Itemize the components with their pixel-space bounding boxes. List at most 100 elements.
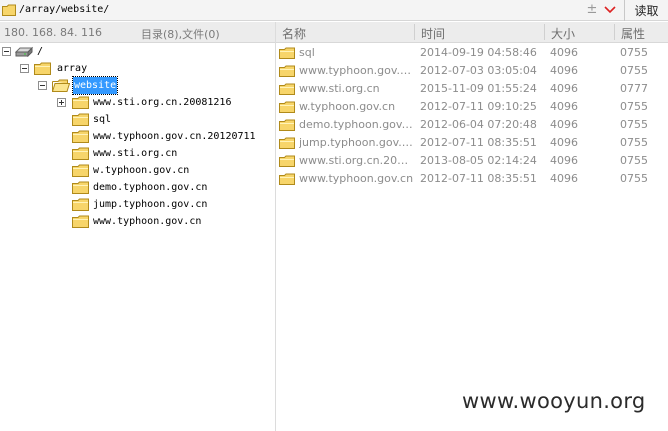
- tree-label: website: [71, 76, 119, 95]
- tree-node-child[interactable]: demo.typhoon.gov.cn: [0, 179, 275, 196]
- tree-label: www.sti.org.cn: [93, 148, 178, 159]
- file-name: www.sti.org.cn.200812...: [299, 154, 414, 167]
- file-size: 4096: [550, 154, 578, 167]
- table-row[interactable]: www.typhoon.gov.cn 2012-07-11 08:35:51 4…: [276, 170, 668, 188]
- file-size: 4096: [550, 82, 578, 95]
- file-time: 2015-11-09 01:55:24: [420, 82, 537, 95]
- folder-icon: [72, 130, 89, 143]
- file-name: www.typhoon.gov.cn: [299, 172, 414, 185]
- tree-node-child[interactable]: www.typhoon.gov.cn: [0, 213, 275, 230]
- left-pane-header: 180. 168. 84. 116 目录(8),文件(0): [0, 22, 275, 43]
- file-size: 4096: [550, 136, 578, 149]
- dir-file-counts: 目录(8),文件(0): [141, 28, 220, 41]
- file-perm: 0755: [620, 118, 648, 131]
- table-row[interactable]: w.typhoon.gov.cn 2012-07-11 09:10:25 409…: [276, 98, 668, 116]
- table-row[interactable]: demo.typhoon.gov.cn 2012-06-04 07:20:48 …: [276, 116, 668, 134]
- collapse-icon[interactable]: [38, 81, 47, 90]
- table-row[interactable]: www.sti.org.cn.200812... 2013-08-05 02:1…: [276, 152, 668, 170]
- server-ip: 180. 168. 84. 116: [4, 26, 102, 39]
- file-time: 2012-07-11 08:35:51: [420, 136, 537, 149]
- folder-icon: [72, 181, 89, 194]
- file-name: jump.typhoon.gov.cn: [299, 136, 414, 149]
- folder-icon: [72, 147, 89, 160]
- folder-icon: [72, 215, 89, 228]
- file-size: 4096: [550, 172, 578, 185]
- column-divider[interactable]: [414, 24, 415, 40]
- tree-label: w.typhoon.gov.cn: [93, 165, 190, 176]
- chevron-down-icon[interactable]: [601, 1, 619, 19]
- column-header-size[interactable]: 大小: [551, 25, 575, 42]
- table-row[interactable]: www.sti.org.cn 2015-11-09 01:55:24 4096 …: [276, 80, 668, 98]
- tree-node-child[interactable]: sql: [0, 111, 275, 128]
- folder-icon: [72, 96, 89, 109]
- tree-label: jump.typhoon.gov.cn: [93, 199, 208, 210]
- folder-icon: [72, 198, 89, 211]
- tree-label: www.typhoon.gov.cn.20120711: [93, 131, 256, 142]
- tree-node-child[interactable]: jump.typhoon.gov.cn: [0, 196, 275, 213]
- file-time: 2012-07-11 08:35:51: [420, 172, 537, 185]
- tree-label: www.sti.org.cn.20081216: [93, 97, 232, 108]
- file-time: 2012-06-04 07:20:48: [420, 118, 537, 131]
- tree-label: sql: [93, 114, 112, 125]
- tree-node-child[interactable]: www.sti.org.cn: [0, 145, 275, 162]
- folder-icon: [279, 47, 295, 59]
- drive-icon: [15, 46, 33, 57]
- tree-label: array: [57, 63, 88, 74]
- column-header-name[interactable]: 名称: [282, 25, 306, 42]
- folder-icon: [279, 65, 295, 77]
- column-header-time[interactable]: 时间: [421, 25, 445, 42]
- column-header-perm[interactable]: 属性: [621, 25, 645, 42]
- file-perm: 0755: [620, 46, 648, 59]
- folder-icon: [279, 83, 295, 95]
- file-perm: 0755: [620, 154, 648, 167]
- table-row[interactable]: jump.typhoon.gov.cn 2012-07-11 08:35:51 …: [276, 134, 668, 152]
- file-perm: 0755: [620, 100, 648, 113]
- file-time: 2012-07-03 03:05:04: [420, 64, 537, 77]
- file-perm: 0777: [620, 82, 648, 95]
- file-size: 4096: [550, 118, 578, 131]
- tree-node-child[interactable]: w.typhoon.gov.cn: [0, 162, 275, 179]
- folder-icon: [72, 164, 89, 177]
- expand-icon[interactable]: [57, 98, 66, 107]
- tree-node-array[interactable]: array: [0, 60, 275, 77]
- plus-minus-icon[interactable]: ±: [584, 1, 600, 19]
- tree-node-child[interactable]: www.sti.org.cn.20081216: [0, 94, 275, 111]
- folder-icon: [279, 155, 295, 167]
- read-button[interactable]: 读取: [625, 0, 668, 21]
- folder-open-icon: [52, 79, 70, 92]
- file-name: www.typhoon.gov.cn....: [299, 64, 414, 77]
- folder-icon: [279, 101, 295, 113]
- folder-icon: [2, 4, 16, 16]
- file-name: demo.typhoon.gov.cn: [299, 118, 414, 131]
- table-row[interactable]: www.typhoon.gov.cn.... 2012-07-03 03:05:…: [276, 62, 668, 80]
- file-perm: 0755: [620, 136, 648, 149]
- tree-node-root[interactable]: /: [0, 43, 275, 60]
- column-divider[interactable]: [614, 24, 615, 40]
- path-bar: ± 读取: [0, 0, 668, 21]
- path-input[interactable]: [17, 2, 621, 18]
- tree-node-child[interactable]: www.typhoon.gov.cn.20120711: [0, 128, 275, 145]
- tree-node-website[interactable]: website: [0, 76, 275, 95]
- file-perm: 0755: [620, 172, 648, 185]
- folder-icon: [34, 62, 51, 75]
- file-time: 2014-09-19 04:58:46: [420, 46, 537, 59]
- file-name: sql: [299, 46, 315, 59]
- file-time: 2013-08-05 02:14:24: [420, 154, 537, 167]
- file-name: www.sti.org.cn: [299, 82, 380, 95]
- file-size: 4096: [550, 46, 578, 59]
- column-divider[interactable]: [544, 24, 545, 40]
- tree-label: demo.typhoon.gov.cn: [93, 182, 208, 193]
- file-time: 2012-07-11 09:10:25: [420, 100, 537, 113]
- watermark: www.wooyun.org: [462, 389, 646, 413]
- folder-icon: [279, 137, 295, 149]
- directory-tree: / array website www.sti.org.cn.20081216 …: [0, 43, 275, 431]
- folder-icon: [279, 119, 295, 131]
- collapse-icon[interactable]: [20, 64, 29, 73]
- folder-icon: [72, 113, 89, 126]
- collapse-icon[interactable]: [2, 47, 11, 56]
- file-size: 4096: [550, 100, 578, 113]
- table-row[interactable]: sql 2014-09-19 04:58:46 4096 0755: [276, 44, 668, 62]
- folder-icon: [279, 173, 295, 185]
- file-name: w.typhoon.gov.cn: [299, 100, 396, 113]
- tree-label: /: [37, 46, 44, 57]
